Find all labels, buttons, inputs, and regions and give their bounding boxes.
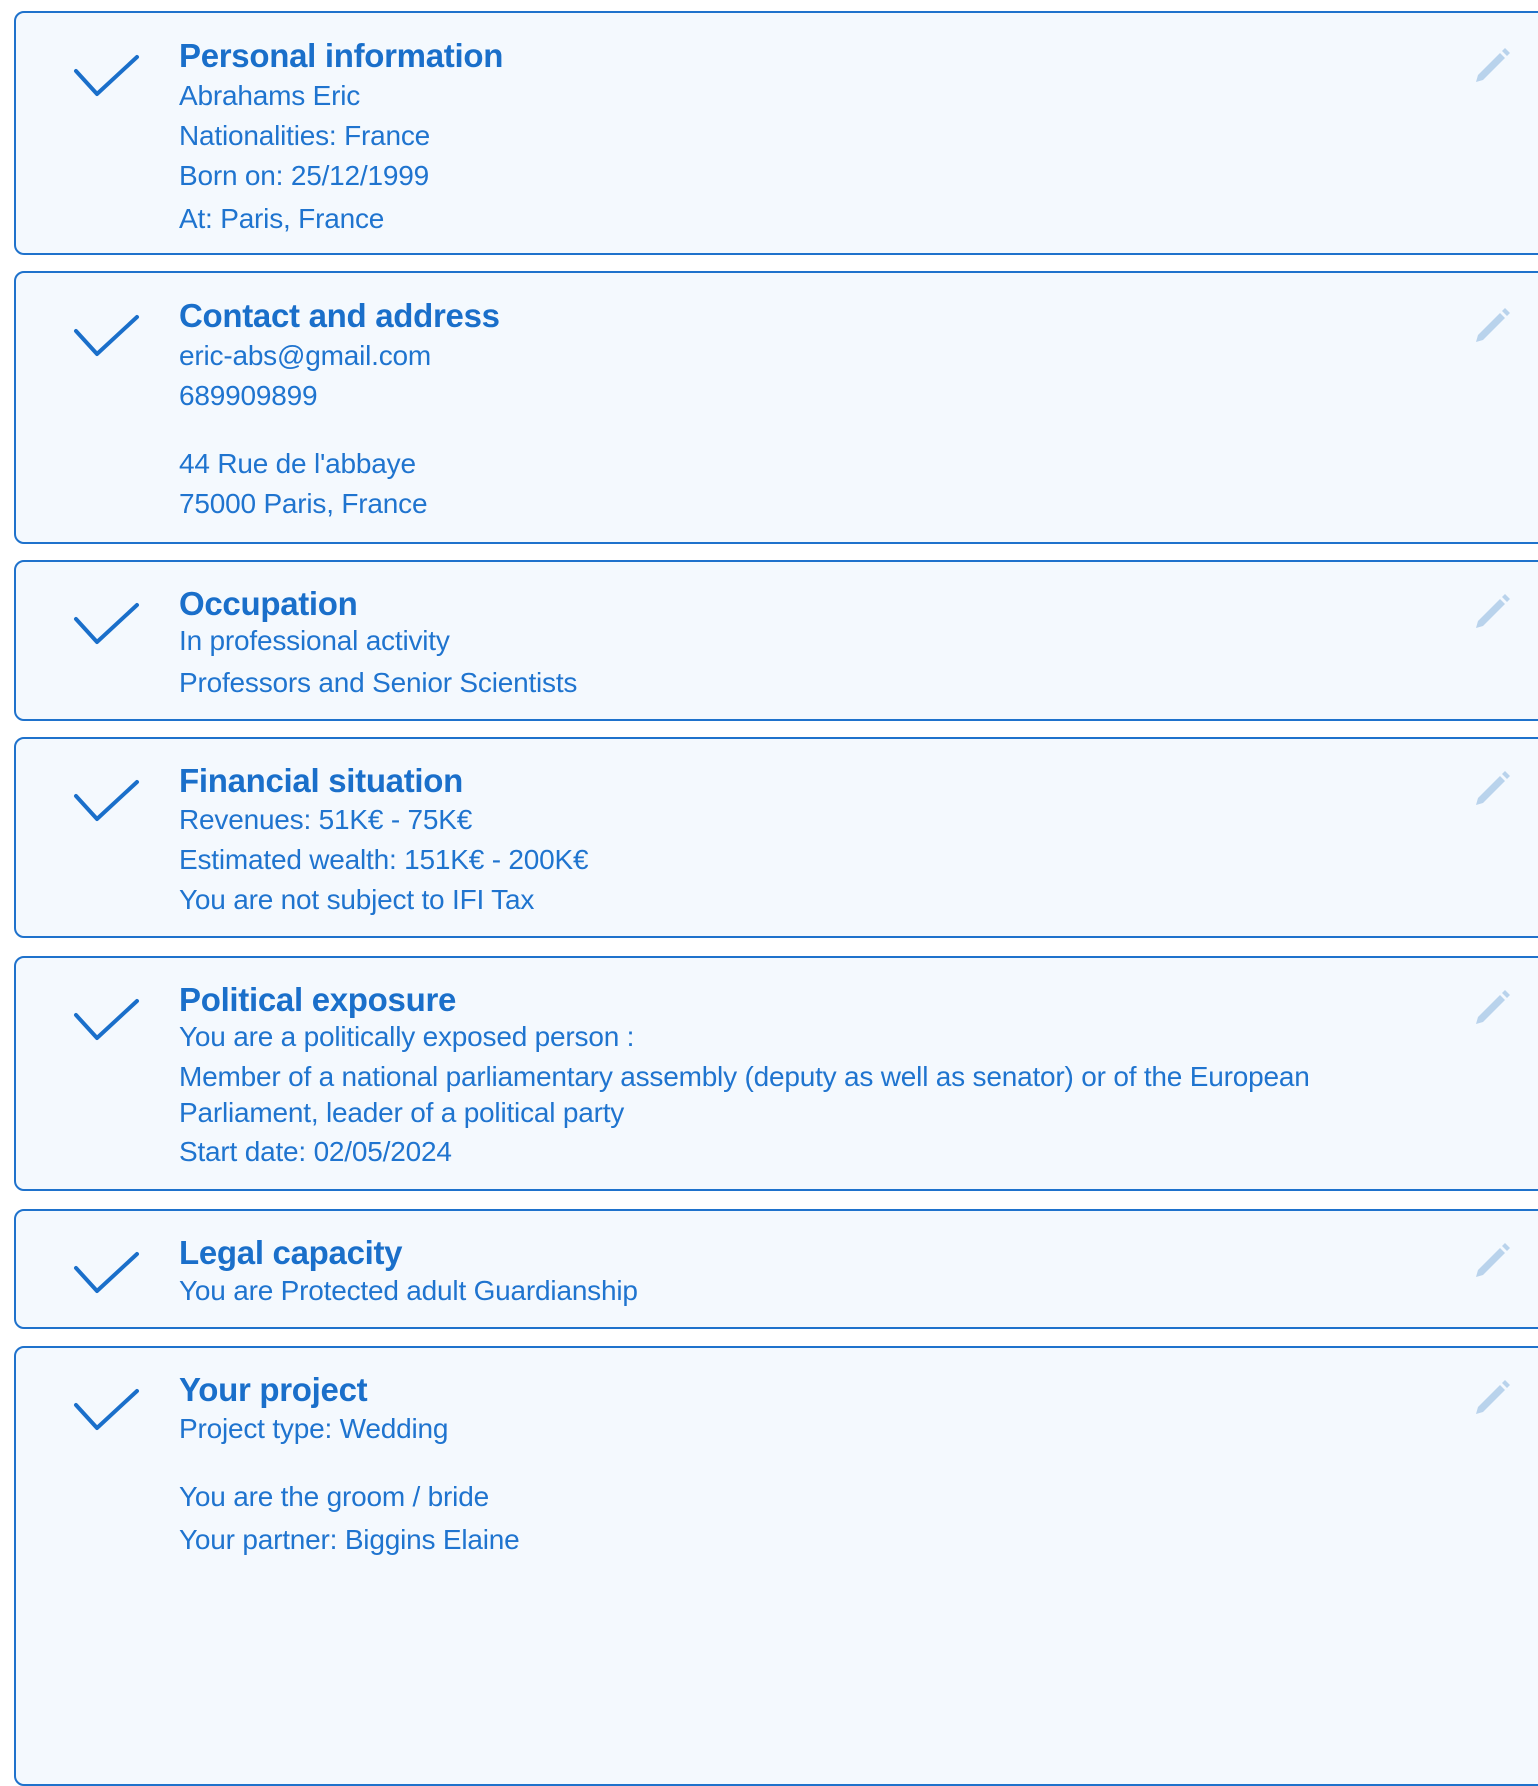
occupation-title: Occupation xyxy=(179,585,358,622)
pencil-icon[interactable] xyxy=(1469,1235,1513,1279)
financial-situation-card: Financial situation Revenues: 51K€ - 75K… xyxy=(14,737,1538,938)
pencil-icon[interactable] xyxy=(1469,40,1513,84)
financial-wealth: Estimated wealth: 151K€ - 200K€ xyxy=(179,844,589,875)
legal-capacity-status: You are Protected adult Guardianship xyxy=(179,1275,638,1306)
occupation-status: In professional activity xyxy=(179,625,450,656)
pencil-icon[interactable] xyxy=(1469,300,1513,344)
legal-capacity-title: Legal capacity xyxy=(179,1234,403,1271)
address-street: 44 Rue de l'abbaye xyxy=(179,448,416,479)
financial-situation-title: Financial situation xyxy=(179,762,464,799)
project-role: You are the groom / bride xyxy=(179,1481,489,1512)
personal-information-card: Personal information Abrahams Eric Natio… xyxy=(14,11,1538,255)
political-role-line-2: Parliament, leader of a political party xyxy=(179,1097,625,1128)
contact-email: eric-abs@gmail.com xyxy=(179,340,431,371)
check-icon xyxy=(68,307,148,363)
check-icon xyxy=(68,1244,148,1300)
personal-born-at: At: Paris, France xyxy=(179,203,385,234)
political-role-line-1: Member of a national parliamentary assem… xyxy=(179,1061,1310,1092)
occupation-card: Occupation In professional activity Prof… xyxy=(14,560,1538,721)
political-exposure-card: Political exposure You are a politically… xyxy=(14,956,1538,1191)
financial-revenues: Revenues: 51K€ - 75K€ xyxy=(179,804,473,835)
legal-capacity-card: Legal capacity You are Protected adult G… xyxy=(14,1209,1538,1329)
check-icon xyxy=(68,772,148,828)
project-type: Project type: Wedding xyxy=(179,1413,449,1444)
your-project-title: Your project xyxy=(179,1371,368,1408)
occupation-category: Professors and Senior Scientists xyxy=(179,667,578,698)
pencil-icon[interactable] xyxy=(1469,1372,1513,1416)
personal-nationalities: Nationalities: France xyxy=(179,120,431,151)
political-exposure-title: Political exposure xyxy=(179,981,457,1018)
personal-information-title: Personal information xyxy=(179,37,504,74)
contact-and-address-card: Contact and address eric-abs@gmail.com 6… xyxy=(14,271,1538,544)
your-project-card: Your project Project type: Wedding You a… xyxy=(14,1346,1538,1786)
political-start-date: Start date: 02/05/2024 xyxy=(179,1136,452,1167)
political-exposed-status: You are a politically exposed person : xyxy=(179,1021,635,1052)
check-icon xyxy=(68,47,148,103)
check-icon xyxy=(68,595,148,651)
personal-name: Abrahams Eric xyxy=(179,80,361,111)
financial-ifi-tax: You are not subject to IFI Tax xyxy=(179,884,535,915)
check-icon xyxy=(68,1381,148,1437)
contact-phone: 689909899 xyxy=(179,380,318,411)
pencil-icon[interactable] xyxy=(1469,763,1513,807)
contact-and-address-title: Contact and address xyxy=(179,297,500,334)
personal-born-on: Born on: 25/12/1999 xyxy=(179,160,429,191)
project-partner: Your partner: Biggins Elaine xyxy=(179,1524,520,1555)
address-city: 75000 Paris, France xyxy=(179,488,428,519)
check-icon xyxy=(68,991,148,1047)
pencil-icon[interactable] xyxy=(1469,982,1513,1026)
pencil-icon[interactable] xyxy=(1469,586,1513,630)
